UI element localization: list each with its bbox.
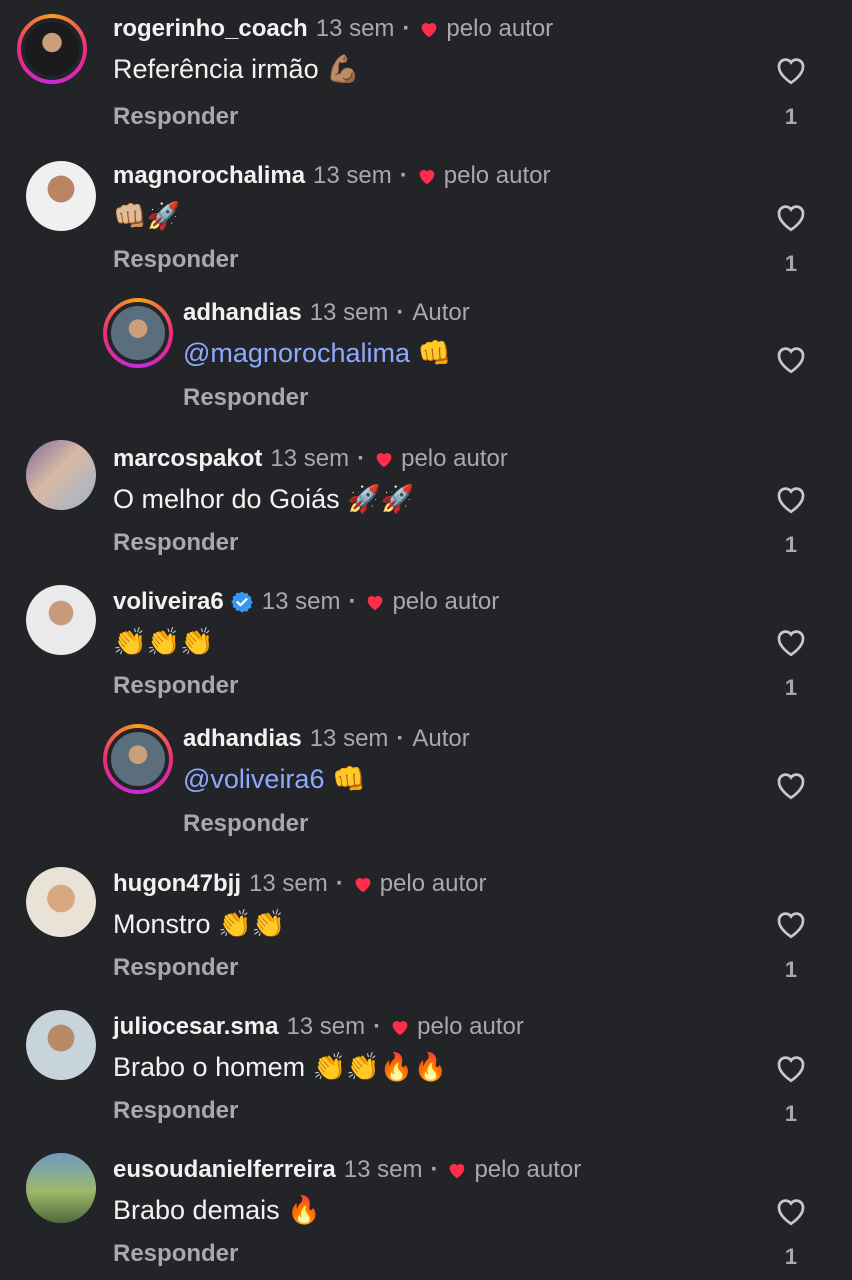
liked-by-author-label: pelo autor [401, 445, 508, 472]
comment-text: O melhor do Goiás 🚀🚀 [113, 484, 415, 514]
avatar[interactable] [26, 1153, 96, 1223]
author-tag: Autor [412, 299, 470, 326]
like-outline-icon[interactable] [772, 1193, 810, 1229]
comment-text: 👊 [324, 764, 366, 794]
avatar[interactable] [103, 298, 173, 368]
like-count: 1 [784, 251, 798, 276]
comment-text: Brabo o homem 👏👏🔥🔥 [113, 1052, 448, 1082]
timestamp: 13 sem [249, 870, 328, 897]
like-outline-icon[interactable] [772, 341, 810, 377]
reply-button[interactable]: Responder [113, 1239, 238, 1269]
username[interactable]: adhandias [183, 724, 302, 754]
separator-dot: · [396, 299, 405, 326]
separator-dot: · [348, 588, 357, 615]
like-outline-icon[interactable] [772, 624, 810, 660]
reply-button[interactable]: Responder [113, 671, 238, 701]
separator-dot: · [430, 1156, 439, 1183]
timestamp: 13 sem [313, 162, 392, 189]
like-count: 1 [784, 1101, 798, 1126]
liked-by-author-label: pelo autor [446, 15, 554, 42]
reply-button[interactable]: Responder [113, 245, 238, 275]
like-count: 1 [784, 675, 798, 700]
username[interactable]: eusoudanielferreira [113, 1155, 336, 1185]
timestamp: 13 sem [309, 299, 389, 326]
separator-dot: · [357, 445, 366, 472]
liked-by-author-label: pelo autor [443, 162, 551, 189]
liked-by-author-label: pelo autor [474, 1156, 582, 1183]
comment-text: Monstro 👏👏 [113, 909, 286, 939]
comment-text: 👊 [410, 338, 452, 368]
comment-text: 👏👏👏 [113, 627, 214, 657]
timestamp: 13 sem [343, 1156, 423, 1183]
heart-icon [422, 23, 437, 38]
comment-text: Brabo demais 🔥 [113, 1195, 321, 1225]
mention-link[interactable]: @voliveira6 [183, 764, 324, 794]
avatar[interactable] [26, 867, 96, 937]
username[interactable]: magnorochalima [113, 161, 305, 191]
avatar[interactable] [26, 1010, 96, 1080]
author-tag: Autor [412, 725, 470, 752]
separator-dot: · [396, 725, 405, 752]
verified-badge-icon [230, 591, 253, 613]
mention-link[interactable]: @magnorochalima [183, 338, 410, 368]
username[interactable]: juliocesar.sma [113, 1012, 278, 1042]
heart-icon [355, 878, 371, 893]
comments-feed: rogerinho_coach 13 sem · pelo autor Refe… [0, 0, 852, 1280]
heart-icon [419, 170, 435, 185]
like-count: 1 [784, 1244, 798, 1269]
heart-icon [392, 1021, 408, 1036]
like-outline-icon[interactable] [772, 199, 810, 235]
like-count: 1 [784, 532, 798, 557]
reply-button[interactable]: Responder [113, 953, 238, 983]
like-outline-icon[interactable] [772, 767, 810, 803]
username[interactable]: rogerinho_coach [113, 14, 308, 44]
comment-text: Referência irmão 💪🏽 [113, 54, 360, 84]
avatar[interactable] [103, 724, 173, 794]
username[interactable]: adhandias [183, 298, 302, 328]
timestamp: 13 sem [270, 445, 350, 472]
timestamp: 13 sem [315, 15, 395, 42]
username[interactable]: voliveira6 [113, 587, 224, 617]
heart-icon [376, 453, 392, 468]
separator-dot: · [335, 870, 344, 897]
heart-icon [368, 596, 383, 611]
avatar[interactable] [26, 585, 96, 655]
like-outline-icon[interactable] [772, 481, 810, 517]
reply-button[interactable]: Responder [113, 1096, 238, 1126]
reply-button[interactable]: Responder [183, 809, 308, 839]
timestamp: 13 sem [309, 725, 389, 752]
separator-dot: · [373, 1013, 382, 1040]
liked-by-author-label: pelo autor [417, 1013, 524, 1040]
username[interactable]: marcospakot [113, 444, 262, 474]
separator-dot: · [399, 162, 408, 189]
like-count: 1 [784, 957, 798, 982]
liked-by-author-label: pelo autor [392, 588, 500, 615]
avatar[interactable] [26, 161, 96, 231]
avatar[interactable] [17, 14, 87, 84]
reply-button[interactable]: Responder [183, 383, 308, 413]
username[interactable]: hugon47bjj [113, 869, 241, 899]
timestamp: 13 sem [261, 588, 341, 615]
timestamp: 13 sem [286, 1013, 366, 1040]
like-outline-icon[interactable] [772, 1050, 810, 1086]
like-outline-icon[interactable] [772, 906, 810, 942]
reply-button[interactable]: Responder [113, 102, 238, 132]
reply-button[interactable]: Responder [113, 528, 238, 558]
liked-by-author-label: pelo autor [379, 870, 487, 897]
avatar[interactable] [26, 440, 96, 510]
like-count: 1 [784, 104, 798, 129]
heart-icon [450, 1164, 465, 1179]
comment-text: 👊🏼🚀 [113, 201, 181, 231]
separator-dot: · [402, 15, 411, 42]
like-outline-icon[interactable] [772, 52, 810, 88]
